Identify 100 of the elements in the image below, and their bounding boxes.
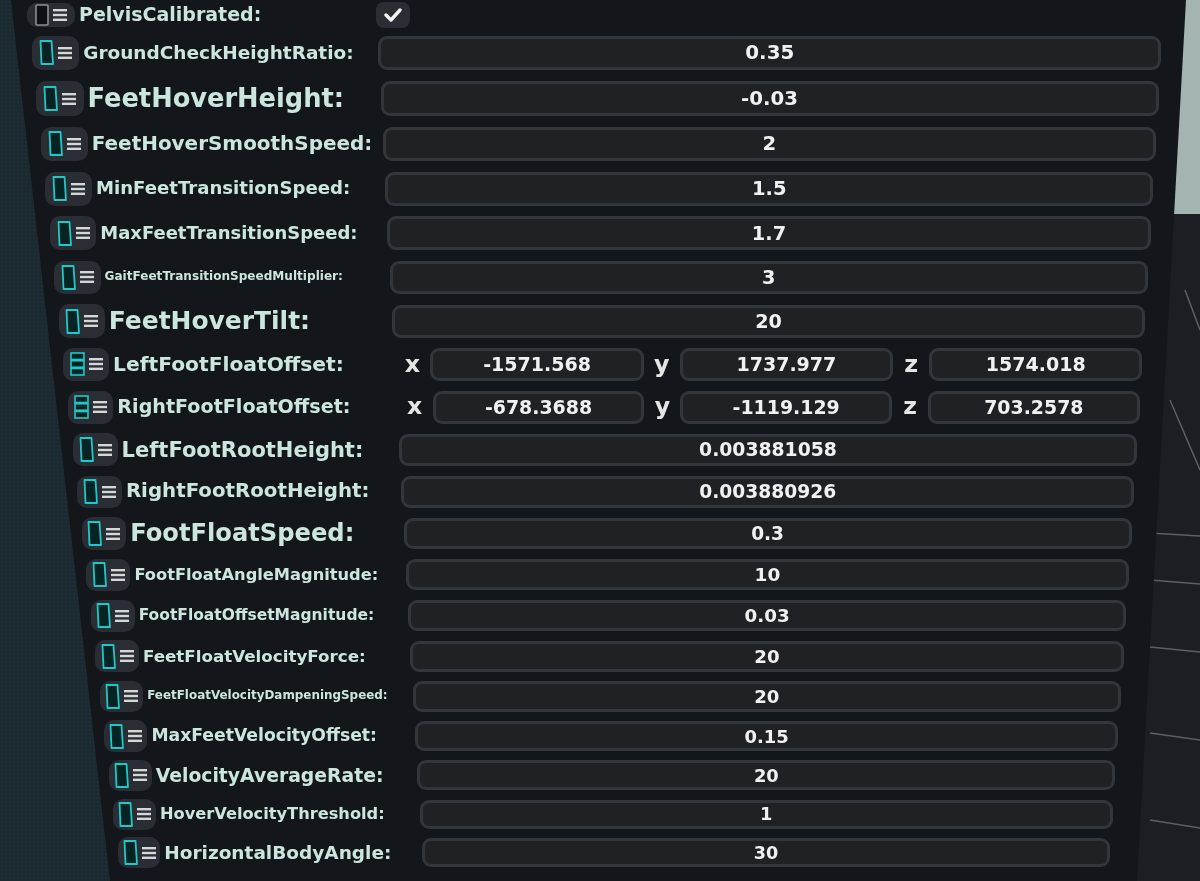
number-field[interactable]: 20	[412, 681, 1121, 712]
field-label: GaitFeetTransitionSpeedMultiplier:	[104, 270, 343, 285]
field-handle[interactable]	[40, 126, 88, 162]
field-handle[interactable]	[63, 347, 110, 382]
number-field[interactable]: 1574.018	[929, 348, 1143, 381]
number-field[interactable]: 1.7	[387, 216, 1151, 251]
field-handle[interactable]	[86, 558, 131, 591]
rectangle-outline-icon	[60, 264, 76, 290]
number-field[interactable]: -678.3688	[432, 391, 645, 424]
axis-label: z	[902, 395, 918, 420]
number-field[interactable]: 1	[419, 799, 1113, 829]
axis-label: y	[652, 352, 671, 377]
field-handle[interactable]	[27, 3, 75, 27]
field-handle[interactable]	[108, 759, 152, 791]
number-field[interactable]: 20	[417, 760, 1116, 791]
number-field[interactable]: 20	[410, 640, 1124, 672]
field-label: FeetFloatVelocityForce:	[142, 646, 366, 666]
rectangle-outline-icon	[113, 762, 129, 788]
field-label: LeftFootRootHeight:	[121, 437, 364, 462]
rectangle-outline-icon	[65, 308, 81, 334]
axis-label: x	[406, 395, 424, 420]
field-handle[interactable]	[31, 35, 80, 71]
number-field[interactable]: 1.5	[385, 171, 1154, 206]
menu-icon	[79, 271, 94, 284]
field-handle[interactable]	[95, 640, 139, 673]
axis-label: z	[903, 352, 919, 377]
rectangle-outline-icon	[35, 4, 49, 26]
number-field[interactable]: 2	[382, 126, 1156, 162]
field-handle[interactable]	[118, 837, 161, 869]
number-field[interactable]: -1571.568	[430, 348, 644, 381]
menu-icon	[101, 485, 116, 498]
rectangle-outline-icon	[96, 603, 112, 629]
field-handle[interactable]	[72, 433, 118, 467]
menu-icon	[88, 358, 103, 371]
field-handle[interactable]	[104, 720, 148, 752]
field-label: MaxFeetTransitionSpeed:	[100, 223, 358, 244]
field-handle[interactable]	[81, 517, 127, 550]
field-label: HoverVelocityThreshold:	[159, 804, 385, 824]
menu-icon	[141, 846, 156, 859]
rectangle-outline-icon	[100, 643, 116, 669]
field-label: RightFootRootHeight:	[125, 480, 370, 504]
field-handle[interactable]	[77, 475, 122, 509]
menu-icon	[66, 137, 81, 150]
field-handle[interactable]	[58, 304, 105, 338]
rectangle-outline-icon	[38, 40, 54, 66]
field-handle[interactable]	[54, 260, 101, 295]
menu-icon	[84, 315, 99, 328]
number-field[interactable]: 703.2578	[928, 391, 1140, 424]
axis-label: y	[653, 395, 672, 420]
menu-icon	[57, 46, 72, 59]
number-field[interactable]: 0.15	[415, 721, 1119, 752]
menu-icon	[97, 443, 112, 456]
field-handle[interactable]	[90, 599, 135, 632]
rectangle-outline-icon	[52, 176, 68, 202]
rectangle-outline-icon	[56, 220, 72, 246]
menu-icon	[53, 9, 67, 21]
number-field[interactable]: 1737.977	[679, 348, 894, 381]
menu-icon	[106, 527, 121, 540]
field-handle[interactable]	[36, 81, 84, 116]
number-field[interactable]: 3	[389, 260, 1148, 295]
field-handle[interactable]	[99, 680, 144, 713]
field-handle[interactable]	[113, 798, 156, 830]
rectangle-outline-icon	[105, 683, 120, 709]
field-label: PelvisCalibrated:	[79, 4, 262, 26]
number-field[interactable]: 20	[392, 304, 1146, 338]
field-handle[interactable]	[67, 390, 114, 424]
number-field[interactable]: 10	[405, 559, 1129, 591]
number-field[interactable]: 0.003881058	[399, 433, 1137, 466]
field-label: HorizontalBodyAngle:	[164, 842, 392, 864]
menu-icon	[137, 808, 152, 821]
field-label: RightFootFloatOffset:	[117, 396, 351, 419]
field-label: MinFeetTransitionSpeed:	[96, 178, 351, 200]
field-handle[interactable]	[49, 216, 97, 251]
field-label: FootFloatSpeed:	[130, 519, 355, 548]
field-handle[interactable]	[45, 171, 93, 206]
number-field[interactable]: 0.35	[378, 35, 1162, 71]
number-field[interactable]: -0.03	[380, 81, 1159, 116]
field-label: FeetHoverTilt:	[108, 306, 311, 336]
number-field[interactable]: 0.003880926	[401, 475, 1135, 508]
field-label: FeetFloatVelocityDampeningSpeed:	[147, 689, 388, 704]
menu-icon	[110, 568, 125, 581]
number-field[interactable]: 0.03	[408, 600, 1127, 632]
menu-icon	[124, 690, 138, 703]
field-label: FeetHoverHeight:	[87, 83, 345, 114]
menu-icon	[71, 182, 86, 195]
rectangle-outline-icon	[82, 479, 98, 505]
axis-label: x	[403, 352, 422, 377]
field-label: GroundCheckHeightRatio:	[83, 42, 354, 64]
field-label: MaxFeetVelocityOffset:	[151, 726, 377, 746]
field-label: VelocityAverageRate:	[155, 764, 384, 787]
menu-icon	[128, 730, 143, 743]
number-field[interactable]: 30	[422, 838, 1110, 868]
number-field[interactable]: 0.3	[403, 517, 1132, 550]
stacked-rectangles-icon	[69, 352, 85, 377]
menu-icon	[132, 769, 147, 782]
number-field[interactable]: -1119.129	[680, 391, 892, 424]
field-label: FootFloatOffsetMagnitude:	[138, 606, 375, 625]
checkmark-icon	[384, 8, 402, 22]
checkbox[interactable]	[376, 2, 410, 28]
rectangle-outline-icon	[78, 437, 94, 463]
